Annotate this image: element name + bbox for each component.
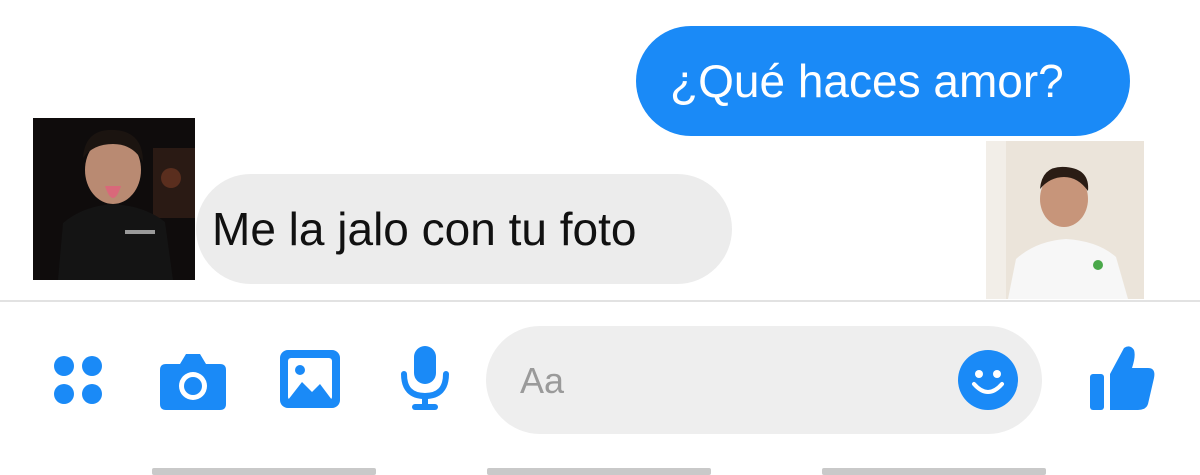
thumbs-up-icon[interactable] [1090,344,1156,412]
nav-bar-segment [822,468,1046,475]
outgoing-message-bubble[interactable]: ¿Qué haces amor? [636,26,1130,136]
sender-avatar[interactable] [33,118,195,280]
microphone-icon[interactable] [400,346,450,412]
nav-bar-segment [152,468,376,475]
message-input[interactable] [520,356,940,406]
camera-icon[interactable] [160,350,226,410]
nav-bar-segment [487,468,711,475]
conversation-area: ¿Qué haces amor? Me la jalo con tu foto [0,0,1200,300]
message-toolbar [0,302,1200,475]
message-composer [486,326,1042,434]
gallery-icon[interactable] [280,350,340,408]
recipient-avatar[interactable] [986,141,1144,299]
emoji-icon[interactable] [958,350,1018,410]
apps-icon[interactable] [50,352,106,408]
incoming-message-bubble[interactable]: Me la jalo con tu foto [196,174,732,284]
